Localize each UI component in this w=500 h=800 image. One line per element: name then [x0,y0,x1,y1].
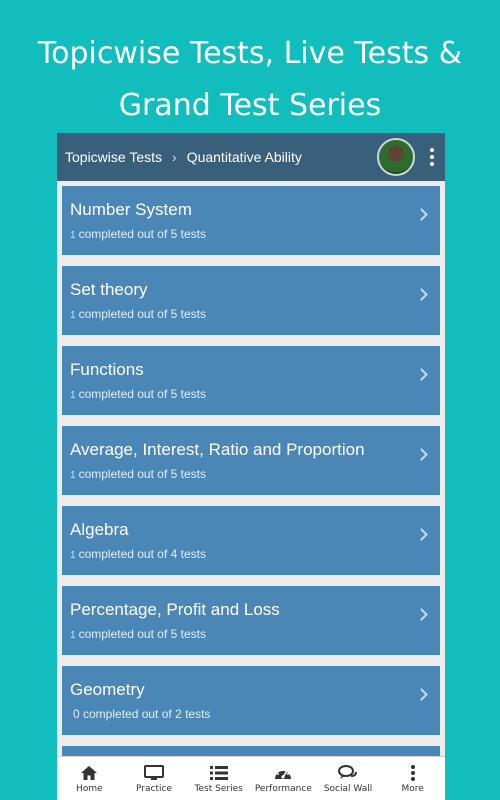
topic-card-geometry[interactable]: Geometry 0 completed out of 2 tests [62,666,440,735]
nav-practice[interactable]: Practice [122,757,187,800]
progress-text: completed out of 4 tests [78,547,206,561]
nav-more[interactable]: More [380,757,445,800]
completed-count: 1 [70,630,76,641]
completed-count: 1 [70,470,76,481]
topic-progress: 1 completed out of 5 tests [70,227,432,241]
nav-test-series[interactable]: Test Series [186,757,251,800]
topic-progress: 1 completed out of 5 tests [70,307,432,321]
topic-card-functions[interactable]: Functions 1 completed out of 5 tests [62,346,440,415]
progress-text: 0 completed out of 2 tests [73,707,211,721]
progress-text: completed out of 5 tests [78,387,206,401]
topic-card-percentage-profit-loss[interactable]: Percentage, Profit and Loss 1 completed o… [62,586,440,655]
monitor-icon [143,764,165,782]
progress-text: completed out of 5 tests [78,627,206,641]
kebab-menu-icon[interactable] [427,148,437,166]
bottom-navigation: Home Practice Test Series Performance So… [57,756,445,800]
nav-label: Test Series [194,783,243,794]
chevron-right-icon: › [172,149,177,165]
breadcrumb-current: Quantitative Ability [186,149,302,165]
topic-card-number-system[interactable]: Number System 1 completed out of 5 tests [62,186,440,255]
app-bar: Topicwise Tests › Quantitative Ability [57,133,445,181]
topic-progress: 1 completed out of 5 tests [70,467,432,481]
nav-label: More [401,783,424,794]
completed-count: 1 [70,550,76,561]
topic-title: Geometry [70,680,145,699]
nav-label: Performance [254,783,312,794]
promo-headline: Topicwise Tests, Live Tests & Grand Test… [0,28,500,132]
topic-title: Percentage, Profit and Loss [70,600,280,619]
topic-card-average-interest-ratio[interactable]: Average, Interest, Ratio and Proportion … [62,426,440,495]
nav-label: Practice [136,783,172,794]
promo-line-2: Grand Test Series [118,88,382,123]
more-vertical-icon [402,764,424,782]
progress-text: completed out of 5 tests [78,307,206,321]
list-icon [208,764,230,782]
topic-progress: 0 completed out of 2 tests [70,707,432,721]
topic-card-algebra[interactable]: Algebra 1 completed out of 4 tests [62,506,440,575]
completed-count: 1 [70,310,76,321]
home-icon [78,764,100,782]
nav-social-wall[interactable]: Social Wall [316,757,381,800]
topic-title: Average, Interest, Ratio and Proportion [70,440,365,459]
topic-title: Number System [70,200,192,219]
nav-label: Home [76,783,103,794]
nav-home[interactable]: Home [57,757,122,800]
topic-progress: 1 completed out of 5 tests [70,387,432,401]
topic-title: Algebra [70,520,129,539]
speedometer-icon [272,764,294,782]
progress-text: completed out of 5 tests [78,227,206,241]
completed-count: 1 [70,230,76,241]
nav-label: Social Wall [323,783,373,794]
nav-performance[interactable]: Performance [251,757,316,800]
topic-title: Functions [70,360,144,379]
progress-text: completed out of 5 tests [78,467,206,481]
topic-title: Set theory [70,280,148,299]
phone-screen: Topicwise Tests › Quantitative Ability N… [57,133,445,800]
topic-progress: 1 completed out of 4 tests [70,547,432,561]
topic-list: Number System 1 completed out of 5 tests … [57,181,445,735]
chat-icon [337,764,359,782]
breadcrumb-topicwise-tests[interactable]: Topicwise Tests [65,149,162,165]
topic-card-set-theory[interactable]: Set theory 1 completed out of 5 tests [62,266,440,335]
completed-count: 1 [70,390,76,401]
promo-line-1: Topicwise Tests, Live Tests & [37,36,463,71]
avatar[interactable] [377,138,415,176]
topic-progress: 1 completed out of 5 tests [70,627,432,641]
